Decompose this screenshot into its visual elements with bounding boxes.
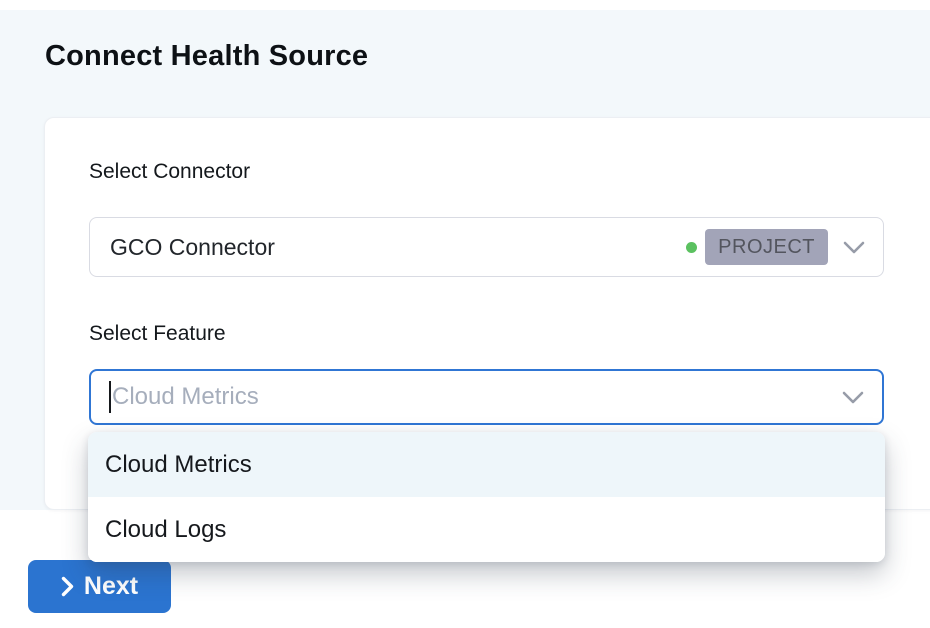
feature-options-menu: Cloud Metrics Cloud Logs (88, 432, 885, 562)
connector-selected-value: GCO Connector (110, 234, 686, 261)
next-button-label: Next (84, 572, 138, 601)
chevron-down-icon (843, 241, 865, 254)
text-cursor (109, 381, 111, 413)
feature-label: Select Feature (89, 322, 226, 346)
scope-badge: PROJECT (705, 229, 828, 265)
option-cloud-metrics[interactable]: Cloud Metrics (88, 432, 885, 497)
connector-label: Select Connector (89, 160, 250, 184)
chevron-down-icon (842, 391, 864, 404)
option-cloud-logs[interactable]: Cloud Logs (88, 497, 885, 562)
feature-combobox[interactable]: Cloud Metrics (89, 369, 884, 425)
chevron-right-icon (61, 576, 74, 597)
feature-placeholder: Cloud Metrics (112, 383, 842, 411)
status-dot-icon (686, 242, 697, 253)
next-button[interactable]: Next (28, 560, 171, 613)
page-title: Connect Health Source (45, 40, 368, 73)
connector-select[interactable]: GCO Connector PROJECT (89, 217, 884, 277)
connect-health-source-page: Connect Health Source Select Connector G… (0, 0, 930, 628)
